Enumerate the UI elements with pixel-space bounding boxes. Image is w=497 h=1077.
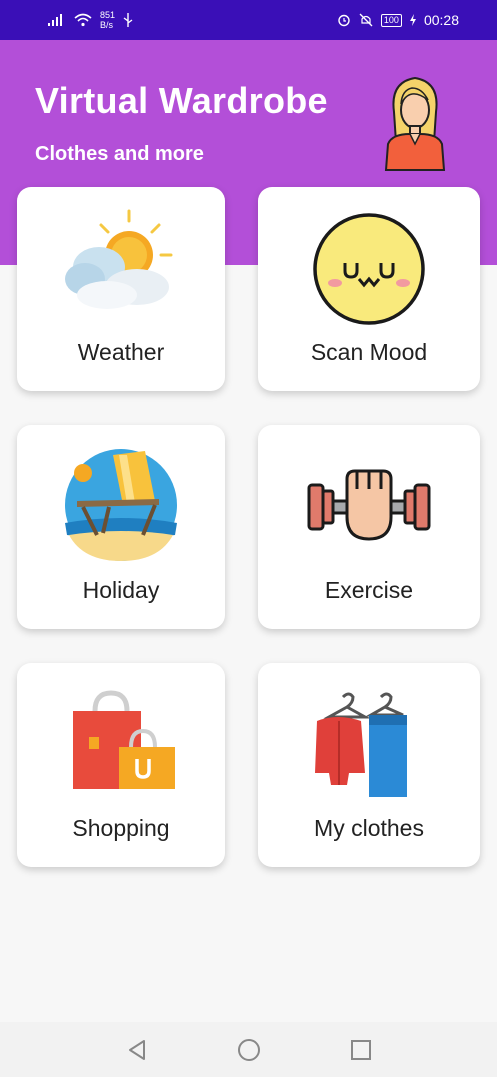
home-icon <box>237 1038 260 1061</box>
mood-face-icon <box>313 213 425 325</box>
status-right: 100 00:28 <box>337 12 459 28</box>
home-button[interactable] <box>233 1034 265 1066</box>
holiday-card[interactable]: Holiday <box>17 425 225 629</box>
user-avatar-icon[interactable] <box>382 72 448 172</box>
scan-mood-label: Scan Mood <box>310 339 428 365</box>
weather-label: Weather <box>77 339 165 365</box>
scan-mood-card[interactable]: Scan Mood <box>258 187 480 391</box>
beach-chair-icon <box>65 449 177 561</box>
holiday-label: Holiday <box>82 577 160 603</box>
shopping-card[interactable]: Shopping <box>17 663 225 867</box>
weather-card[interactable]: Weather <box>17 187 225 391</box>
signal-icon <box>48 14 62 26</box>
network-speed-unit: B/s <box>100 20 114 30</box>
usb-icon <box>123 13 133 27</box>
app-title: Virtual Wardrobe <box>35 80 328 121</box>
wifi-icon <box>74 13 92 27</box>
back-button[interactable] <box>121 1034 153 1066</box>
weather-icon <box>65 209 173 309</box>
recents-button[interactable] <box>345 1034 377 1066</box>
mute-icon <box>359 13 373 27</box>
battery-indicator: 100 <box>380 13 402 27</box>
app-subtitle: Clothes and more <box>35 143 204 165</box>
status-left: 851 B/s <box>48 10 133 30</box>
my-clothes-card[interactable]: My clothes <box>258 663 480 867</box>
charging-icon <box>409 14 416 26</box>
recents-icon <box>350 1039 371 1060</box>
alarm-icon <box>338 14 350 27</box>
clock: 00:28 <box>423 12 459 28</box>
clothes-hanger-icon <box>315 692 407 797</box>
network-speed-value: 851 <box>100 10 116 20</box>
exercise-card[interactable]: Exercise <box>258 425 480 629</box>
exercise-label: Exercise <box>324 577 414 603</box>
my-clothes-label: My clothes <box>314 815 424 841</box>
status-bar: 851 B/s 100 00:28 <box>0 0 497 40</box>
system-nav-bar <box>0 1022 497 1077</box>
back-icon <box>128 1039 145 1060</box>
dumbbell-fist-icon <box>307 469 431 541</box>
network-speed: 851 B/s <box>100 10 115 30</box>
shopping-bags-icon <box>73 690 175 789</box>
shopping-label: Shopping <box>72 815 170 841</box>
